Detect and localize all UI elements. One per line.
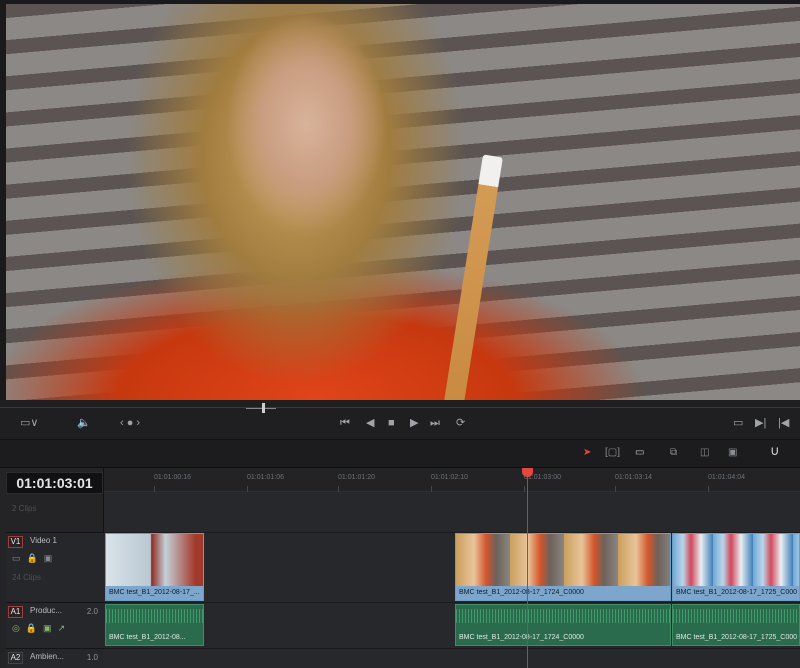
skip-end-icon[interactable]: ⏭ bbox=[430, 416, 440, 430]
ruler-label: 01:01:03:14 bbox=[615, 474, 652, 481]
audio-waveform bbox=[673, 609, 799, 623]
video-clip[interactable]: BMC test_B1_2012-08-17_1724_C0000 bbox=[455, 533, 671, 601]
track-controls[interactable]: ▭🔒▣ bbox=[12, 553, 58, 564]
transport-bar: ▭∨ 🔈 ‹ ● › ⏮ ◀ ■ ▶ ⏭ ⟳ ▭ ▶| |◀ bbox=[0, 400, 800, 440]
ruler-tick bbox=[154, 486, 155, 492]
ruler-tick bbox=[431, 486, 432, 492]
speaker-icon[interactable]: 🔈 bbox=[77, 416, 91, 430]
frame-content bbox=[444, 154, 503, 400]
audio-clip[interactable]: BMC test_B1_2012-08... bbox=[105, 604, 204, 646]
track-tag[interactable]: A1 bbox=[8, 606, 23, 618]
track-divider bbox=[104, 602, 800, 603]
ruler-label: 01:01:02:10 bbox=[431, 474, 468, 481]
scrubber-handle[interactable] bbox=[262, 403, 265, 413]
track-controls[interactable]: ◎🔒▣↗ bbox=[12, 623, 71, 634]
ruler-label: 01:01:04:04 bbox=[708, 474, 745, 481]
audio-clip[interactable]: BMC test_B1_2012-08-17_1724_C0000 bbox=[455, 604, 671, 646]
timeline-ruler[interactable]: 01:01:00:16 01:01:01:06 01:01:01:20 01:0… bbox=[104, 468, 800, 492]
play-reverse-icon[interactable]: ◀ bbox=[366, 416, 374, 430]
ruler-tick bbox=[338, 486, 339, 492]
clip-label: BMC test_B1_2012-08... bbox=[109, 634, 186, 641]
next-edit-icon[interactable]: ▶| bbox=[755, 416, 766, 430]
track-name[interactable]: Ambien... bbox=[30, 652, 64, 661]
ruler-tick bbox=[615, 486, 616, 492]
timeline[interactable]: 01:01:00:16 01:01:01:06 01:01:01:20 01:0… bbox=[104, 468, 800, 668]
edit-toolbar: ➤ [▢] ▭ ⧉ ◫ ▣ ∪ bbox=[0, 440, 800, 468]
clip-thumbnail bbox=[456, 534, 670, 586]
clips-count: 24 Clips bbox=[12, 573, 41, 582]
play-icon[interactable]: ▶ bbox=[410, 416, 418, 430]
track-v1[interactable]: V1 Video 1 ▭🔒▣ 24 Clips bbox=[6, 532, 104, 602]
stop-icon[interactable]: ■ bbox=[388, 416, 395, 430]
skip-start-icon[interactable]: ⏮ bbox=[340, 416, 350, 430]
playhead-line[interactable] bbox=[527, 468, 528, 668]
clip-label: BMC test_B1_2012-08-17_1725_C000 bbox=[676, 634, 798, 641]
ruler-tick bbox=[247, 486, 248, 492]
replace-clip-icon[interactable]: ▣ bbox=[728, 446, 737, 460]
blade-tool-icon[interactable]: ▭ bbox=[635, 446, 644, 460]
ruler-tick bbox=[524, 486, 525, 492]
ruler-tick bbox=[708, 486, 709, 492]
frame-nav[interactable]: ‹ ● › bbox=[120, 416, 140, 430]
snapping-icon[interactable]: ∪ bbox=[770, 444, 780, 458]
clip-label: BMC test_B1_2012-08-17_1724_C0000 bbox=[456, 586, 670, 600]
track-a2[interactable]: A2 Ambien... 1.0 bbox=[6, 648, 104, 668]
clips-count: 2 Clips bbox=[12, 504, 37, 513]
loop-icon[interactable]: ⟳ bbox=[456, 416, 465, 430]
track-divider bbox=[104, 648, 800, 649]
match-frame-icon[interactable]: ▭ bbox=[733, 416, 743, 430]
clip-thumbnail bbox=[673, 534, 799, 586]
viewer-mode-dropdown[interactable]: ▭∨ bbox=[20, 416, 38, 430]
audio-waveform bbox=[456, 609, 670, 623]
audio-waveform bbox=[106, 609, 203, 623]
trim-tool-icon[interactable]: [▢] bbox=[605, 446, 620, 460]
scrubber-track[interactable] bbox=[0, 407, 800, 408]
clip-label: BMC test_B1_2012-08-17_1725_C000 bbox=[673, 586, 799, 600]
audio-clip[interactable]: BMC test_B1_2012-08-17_1725_C000 bbox=[672, 604, 800, 646]
track-a1[interactable]: A1 Produc... 2.0 ◎🔒▣↗ bbox=[6, 602, 104, 648]
track-headers: 2 Clips V1 Video 1 ▭🔒▣ 24 Clips A1 Produ… bbox=[0, 468, 104, 668]
clip-label: BMC test_B1_2012-08-17_... bbox=[106, 586, 203, 600]
playhead-handle[interactable] bbox=[522, 468, 533, 477]
selection-tool-icon[interactable]: ➤ bbox=[583, 446, 591, 460]
track-tag[interactable]: A2 bbox=[8, 652, 23, 664]
clip-label: BMC test_B1_2012-08-17_1724_C0000 bbox=[459, 634, 584, 641]
track-level: 2.0 bbox=[86, 607, 98, 616]
insert-clip-icon[interactable]: ⧉ bbox=[670, 446, 677, 460]
video-clip[interactable]: BMC test_B1_2012-08-17_1725_C000 bbox=[672, 533, 800, 601]
track-name[interactable]: Produc... bbox=[30, 606, 62, 615]
timecode-display[interactable]: 01:01:03:01 bbox=[6, 472, 103, 494]
track-level: 1.0 bbox=[86, 653, 98, 662]
ruler-label: 01:01:01:06 bbox=[247, 474, 284, 481]
ruler-label: 01:01:00:16 bbox=[154, 474, 191, 481]
track-tag[interactable]: V1 bbox=[8, 536, 23, 548]
clip-thumbnail bbox=[106, 534, 203, 586]
prev-edit-icon[interactable]: |◀ bbox=[778, 416, 789, 430]
scrubber-range bbox=[246, 408, 276, 409]
video-viewer[interactable] bbox=[6, 4, 800, 400]
video-clip[interactable]: BMC test_B1_2012-08-17_... bbox=[105, 533, 204, 601]
track-name[interactable]: Video 1 bbox=[30, 536, 57, 545]
ruler-label: 01:01:01:20 bbox=[338, 474, 375, 481]
overwrite-clip-icon[interactable]: ◫ bbox=[700, 446, 709, 460]
